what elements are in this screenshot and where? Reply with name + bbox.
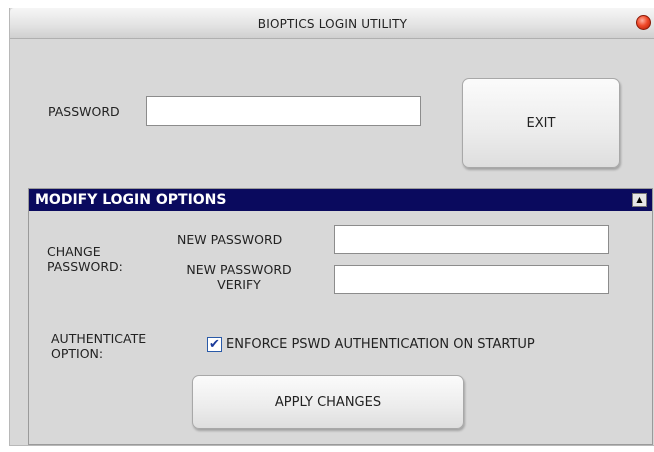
modify-login-options-panel: MODIFY LOGIN OPTIONS ▲ CHANGE PASSWORD: … <box>28 188 653 445</box>
new-password-label: NEW PASSWORD <box>177 232 283 247</box>
authenticate-option-label-line1: AUTHENTICATE <box>51 331 147 346</box>
panel-header: MODIFY LOGIN OPTIONS ▲ <box>29 189 652 211</box>
change-password-label-line1: CHANGE <box>47 244 101 259</box>
enforce-auth-label[interactable]: ENFORCE PSWD AUTHENTICATION ON STARTUP <box>226 337 535 352</box>
verify-password-input[interactable] <box>334 265 609 294</box>
new-password-input[interactable] <box>334 225 609 254</box>
password-input[interactable] <box>146 96 421 126</box>
password-label: PASSWORD <box>48 104 120 119</box>
exit-button[interactable]: EXIT <box>462 78 620 168</box>
exit-button-label: EXIT <box>526 115 556 131</box>
login-utility-window: BIOPTICS LOGIN UTILITY PASSWORD EXIT MOD… <box>9 8 654 446</box>
authenticate-option-label-line2: OPTION: <box>51 346 104 361</box>
close-icon[interactable] <box>636 15 651 30</box>
verify-password-label: NEW PASSWORD VERIFY <box>177 262 301 292</box>
verify-password-label-line1: NEW PASSWORD <box>186 262 292 277</box>
enforce-auth-checkbox[interactable]: ✔ <box>207 337 222 352</box>
collapse-icon[interactable]: ▲ <box>632 193 647 207</box>
panel-title: MODIFY LOGIN OPTIONS <box>35 192 227 208</box>
title-bar[interactable]: BIOPTICS LOGIN UTILITY <box>10 8 654 39</box>
change-password-label: CHANGE PASSWORD: <box>47 244 123 274</box>
window-title: BIOPTICS LOGIN UTILITY <box>257 17 408 31</box>
verify-password-label-line2: VERIFY <box>217 277 261 292</box>
authenticate-option-label: AUTHENTICATE OPTION: <box>51 331 146 361</box>
apply-changes-button[interactable]: APPLY CHANGES <box>192 375 464 429</box>
change-password-label-line2: PASSWORD: <box>47 259 123 274</box>
apply-changes-button-label: APPLY CHANGES <box>274 394 382 410</box>
